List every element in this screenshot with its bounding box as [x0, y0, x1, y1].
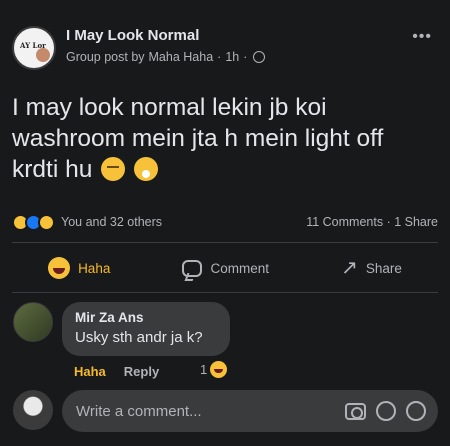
- share-button-label: Share: [365, 260, 402, 276]
- share-button[interactable]: ↗ Share: [341, 258, 402, 278]
- group-avatar-face-icon: [36, 48, 50, 62]
- comment-reaction-count: 1: [200, 362, 208, 377]
- my-avatar[interactable]: [13, 390, 53, 430]
- sticker-icon[interactable]: [406, 401, 426, 421]
- comment-haha-button[interactable]: Haha: [74, 364, 106, 379]
- meta-separator: ·: [217, 50, 222, 64]
- more-options-icon[interactable]: •••: [412, 28, 432, 46]
- post-text: I may look normal lekin jb koi washroom …: [12, 92, 432, 185]
- reactions-summary[interactable]: You and 32 others 11 Comments · 1 Share: [12, 212, 438, 232]
- post-body: I may look normal lekin jb koi washroom …: [12, 94, 384, 183]
- comments-count-link[interactable]: 11 Comments: [306, 215, 383, 229]
- comment-composer[interactable]: Write a comment...: [62, 390, 438, 432]
- comment-reply-button[interactable]: Reply: [124, 364, 159, 379]
- post-card: AY Lor I May Look Normal Group post by M…: [0, 0, 450, 446]
- haha-reaction-icon: [210, 361, 228, 378]
- comment-bubble: Mir Za Ans Usky sth andr ja k?: [62, 302, 230, 356]
- post-author-link[interactable]: Maha Haha: [149, 50, 214, 64]
- post-meta: Group post by Maha Haha · 1h ·: [66, 50, 266, 64]
- comment-author-link[interactable]: Mir Za Ans: [75, 310, 217, 325]
- post-time[interactable]: 1h: [225, 50, 239, 64]
- emoji-icon[interactable]: [376, 401, 396, 421]
- shares-count-link[interactable]: 1 Share: [394, 215, 438, 229]
- comment-icon: [182, 259, 203, 277]
- commenter-avatar[interactable]: [13, 302, 53, 342]
- group-name-link[interactable]: I May Look Normal: [66, 27, 199, 44]
- globe-icon: [253, 51, 266, 63]
- comment-button-label: Comment: [210, 260, 269, 276]
- comment-reaction-summary[interactable]: 1: [200, 361, 228, 378]
- haha-button-label: Haha: [78, 260, 111, 276]
- meta-separator: ·: [243, 50, 248, 64]
- sad-reaction-icon: [38, 213, 55, 231]
- post-action-bar: Haha Comment ↗ Share: [12, 248, 438, 288]
- face-with-rolling-eyes-emoji: [101, 157, 126, 181]
- divider: [12, 242, 438, 243]
- divider: [12, 292, 438, 293]
- group-avatar[interactable]: AY Lor: [12, 26, 56, 70]
- reaction-count-text[interactable]: You and 32 others: [61, 215, 162, 229]
- post-meta-prefix: Group post by: [66, 50, 145, 64]
- share-arrow-icon: ↗: [341, 257, 358, 279]
- reaction-icons: [12, 213, 55, 231]
- comment-text: Usky sth andr ja k?: [75, 329, 203, 346]
- camera-icon[interactable]: [345, 402, 366, 420]
- face-with-hand-over-mouth-emoji: [133, 157, 158, 181]
- haha-icon: [48, 257, 71, 279]
- counts-separator: ·: [386, 215, 391, 229]
- comment-share-counts: 11 Comments · 1 Share: [306, 215, 438, 229]
- haha-button[interactable]: Haha: [48, 257, 110, 279]
- comment-input[interactable]: Write a comment...: [76, 403, 335, 420]
- comment-button[interactable]: Comment: [182, 259, 269, 277]
